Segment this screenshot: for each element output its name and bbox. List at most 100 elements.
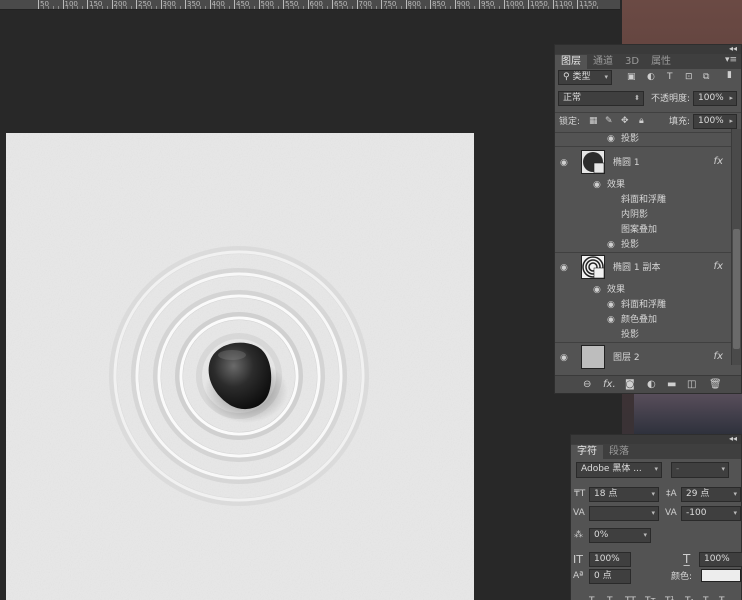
eye-icon[interactable]: ◉	[593, 181, 605, 190]
effect-row[interactable]: 投影	[555, 329, 741, 341]
layers-scrollbar[interactable]	[731, 129, 741, 365]
tab-channels[interactable]: 通道	[587, 55, 619, 69]
scrollbar-thumb[interactable]	[733, 229, 740, 349]
ruler-minor-tick	[488, 6, 490, 9]
lock-all-icon[interactable]: 🔒︎	[639, 116, 644, 126]
eye-icon[interactable]: ◉	[607, 135, 619, 144]
panel-titlebar: ◂◂	[555, 44, 741, 54]
effect-row[interactable]: ◉ 颜色叠加	[555, 314, 741, 326]
effect-row[interactable]: 斜面和浮雕	[555, 194, 741, 206]
filter-row: ⚲ 类型 ▾ ▣ ◐ T ⊡ ⧉ ▮	[555, 70, 741, 90]
collapse-icon[interactable]: ◂◂	[729, 44, 737, 53]
ruler-minor-tick	[508, 6, 510, 9]
horizontal-scale-icon: T̲	[683, 552, 691, 566]
baseline-scale-value: 0%	[594, 530, 609, 540]
eye-icon[interactable]: ◉	[607, 301, 619, 310]
layer-row-layer-2[interactable]: ◉ 图层 2 fx ▾	[555, 343, 741, 373]
eye-icon[interactable]: ◉	[593, 286, 605, 295]
ruler-minor-tick	[126, 6, 128, 9]
trash-icon[interactable]: 🗑︎	[709, 379, 722, 390]
tab-layers[interactable]: 图层	[555, 55, 587, 69]
shape-filter-icon[interactable]: ⊡	[685, 72, 693, 82]
layers-panel: ◂◂ 图层 通道 3D 属性 ▾≡ ⚲ 类型 ▾ ▣ ◐ T ⊡ ⧉ ▮ 正常 ⬍ …	[554, 44, 742, 394]
text-color-swatch[interactable]	[701, 569, 741, 582]
blend-mode-dropdown[interactable]: 正常 ⬍	[558, 91, 644, 106]
fx-icon[interactable]: fx	[714, 261, 723, 272]
effect-row[interactable]: 图案叠加	[555, 224, 741, 236]
small-caps-icon[interactable]: Tт	[645, 596, 656, 600]
panel-menu-icon[interactable]: ▾≡	[725, 55, 737, 65]
ruler-minor-tick	[317, 6, 319, 9]
eye-icon[interactable]: ◉	[607, 316, 619, 325]
lock-row: 锁定: ▦ ✎ ✥ 🔒︎ 填充: 100% ▸	[555, 114, 741, 132]
link-icon[interactable]: ⊖	[583, 379, 591, 390]
fx-icon[interactable]: fx.	[603, 379, 616, 390]
ruler-minor-tick	[287, 6, 289, 9]
ruler-minor-tick	[263, 6, 265, 9]
collapse-icon[interactable]: ◂◂	[729, 434, 737, 443]
effect-label: 斜面和浮雕	[621, 195, 667, 205]
adjustment-filter-icon[interactable]: ◐	[647, 72, 655, 82]
effect-row-top[interactable]: ◉ 投影	[555, 133, 741, 145]
eye-icon[interactable]: ◉	[560, 354, 572, 363]
divider	[555, 146, 741, 147]
font-style-dropdown[interactable]: - ▾	[671, 462, 729, 478]
document-canvas[interactable]	[6, 133, 474, 600]
leading-field[interactable]: 29 点 ▾	[681, 487, 741, 502]
superscript-icon[interactable]: T¹	[665, 596, 674, 600]
vertical-scale-field[interactable]: 100%	[589, 552, 631, 567]
ruler-minor-tick	[341, 6, 343, 9]
faux-bold-icon[interactable]: T	[589, 596, 595, 600]
group-icon[interactable]: ▬	[667, 379, 676, 390]
faux-italic-icon[interactable]: T	[607, 596, 613, 600]
layers-tabs: 图层 通道 3D 属性 ▾≡	[555, 54, 741, 69]
ruler-minor-tick	[327, 6, 329, 9]
strikethrough-icon[interactable]: Ŧ	[719, 596, 725, 600]
effect-row[interactable]: 内阴影	[555, 209, 741, 221]
filter-kind-dropdown[interactable]: ⚲ 类型 ▾	[558, 70, 612, 85]
horizontal-scale-field[interactable]: 100%	[699, 552, 742, 567]
pixel-filter-icon[interactable]: ▣	[627, 72, 636, 82]
all-caps-icon[interactable]: TT	[625, 596, 636, 600]
ruler-minor-tick	[366, 6, 368, 9]
tracking-field[interactable]: -100 ▾	[681, 506, 741, 521]
layer-row-ellipse-1-copy[interactable]: ◉ 椭圆 1 副本 fx ▴	[555, 253, 741, 283]
ruler-minor-tick	[72, 6, 74, 9]
opacity-field[interactable]: 100% ▸	[693, 91, 737, 106]
layers-bottom-toolbar: ⊖ fx. ◙ ◐ ▬ ◫ 🗑︎	[555, 375, 741, 393]
ruler-minor-tick	[101, 6, 103, 9]
filter-toggle-icon[interactable]: ▮	[727, 70, 732, 80]
lock-paint-icon[interactable]: ✎	[605, 116, 613, 126]
underline-icon[interactable]: T	[703, 596, 709, 600]
tab-properties[interactable]: 属性	[645, 55, 677, 69]
fill-field[interactable]: 100% ▸	[693, 114, 737, 129]
kerning-icon: VA	[573, 508, 585, 518]
layer-row-ellipse-1[interactable]: ◉ 椭圆 1 fx ▴	[555, 148, 741, 178]
lock-transparent-icon[interactable]: ▦	[589, 116, 598, 126]
adjustment-icon[interactable]: ◐	[647, 379, 656, 390]
eye-icon[interactable]: ◉	[560, 159, 572, 168]
effects-header[interactable]: ◉ 效果	[555, 284, 741, 296]
font-size-field[interactable]: 18 点 ▾	[589, 487, 659, 502]
mask-icon[interactable]: ◙	[625, 379, 635, 390]
eye-icon[interactable]: ◉	[560, 264, 572, 273]
tab-character[interactable]: 字符	[571, 445, 603, 459]
smart-object-filter-icon[interactable]: ⧉	[703, 72, 709, 82]
eye-icon[interactable]: ◉	[607, 241, 619, 250]
tab-paragraph[interactable]: 段落	[603, 445, 635, 459]
type-filter-icon[interactable]: T	[667, 72, 673, 82]
font-family-dropdown[interactable]: Adobe 黑体 ... ▾	[576, 462, 662, 478]
kerning-field[interactable]: ▾	[589, 506, 659, 521]
fx-icon[interactable]: fx	[714, 351, 723, 362]
baseline-shift-field[interactable]: 0 点	[589, 569, 631, 584]
baseline-scale-field[interactable]: 0% ▾	[589, 528, 651, 543]
lock-position-icon[interactable]: ✥	[621, 116, 629, 126]
effect-row[interactable]: ◉ 斜面和浮雕	[555, 299, 741, 311]
new-layer-icon[interactable]: ◫	[687, 379, 696, 390]
effects-header[interactable]: ◉ 效果	[555, 179, 741, 191]
fx-icon[interactable]: fx	[714, 156, 723, 167]
subscript-icon[interactable]: T₁	[685, 596, 694, 600]
ruler-minor-tick	[425, 6, 427, 9]
effect-row[interactable]: ◉ 投影	[555, 239, 741, 251]
tab-3d[interactable]: 3D	[619, 55, 645, 69]
